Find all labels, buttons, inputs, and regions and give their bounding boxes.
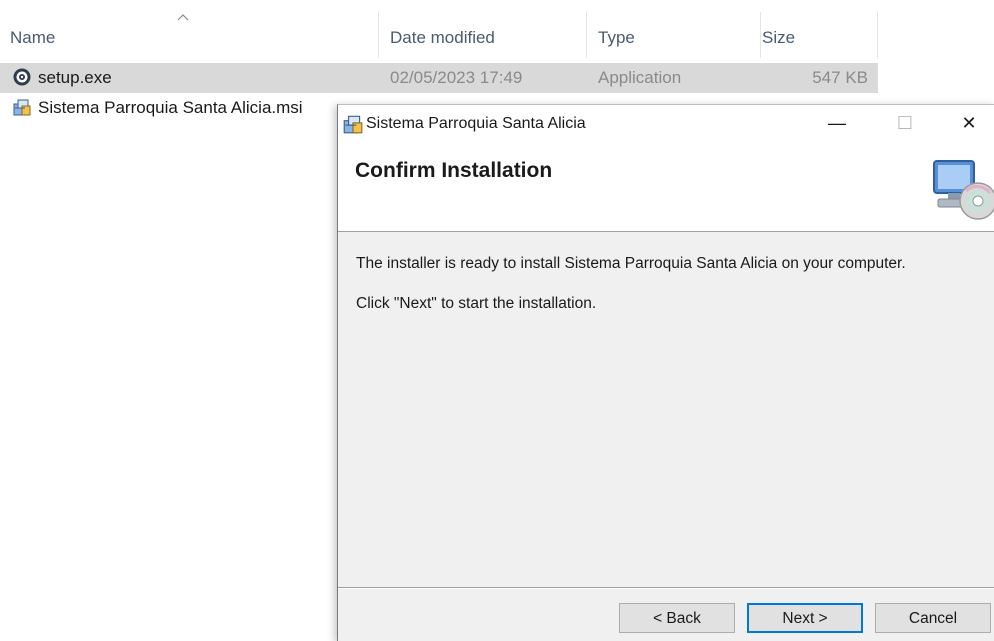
back-button[interactable]: < Back (619, 603, 735, 633)
maximize-button[interactable]: ☐ (882, 105, 928, 141)
chevron-up-icon (177, 14, 189, 21)
close-button[interactable]: ✕ (946, 105, 992, 141)
file-date-cell: 02/05/2023 17:49 (390, 68, 523, 87)
column-header-type[interactable]: Type (588, 0, 758, 60)
computer-cd-icon (933, 160, 994, 220)
column-header-type-label: Type (598, 28, 635, 47)
msi-installer-icon (343, 115, 363, 134)
column-header-date-label: Date modified (390, 28, 495, 47)
column-divider[interactable] (378, 12, 379, 58)
setup-exe-icon (13, 68, 31, 86)
page-title: Confirm Installation (355, 159, 553, 182)
installer-dialog: Sistema Parroquia Santa Alicia — ☐ ✕ Con… (337, 104, 994, 641)
file-name-label: Sistema Parroquia Santa Alicia.msi (38, 98, 303, 117)
dialog-banner: Confirm Installation (338, 141, 994, 232)
msi-installer-icon (13, 99, 31, 116)
next-button[interactable]: Next > (747, 603, 863, 633)
dialog-title: Sistema Parroquia Santa Alicia (366, 115, 586, 132)
column-header-bar: Name Date modified Type Size (0, 0, 994, 60)
file-name-label: setup.exe (38, 68, 112, 87)
column-header-size[interactable]: Size (752, 0, 876, 60)
footer-divider-highlight (338, 588, 994, 589)
ready-message: The installer is ready to install Sistem… (356, 255, 906, 272)
column-header-name[interactable]: Name (0, 0, 378, 60)
column-header-name-label: Name (10, 28, 56, 47)
minimize-button[interactable]: — (814, 105, 860, 141)
column-header-date-modified[interactable]: Date modified (380, 0, 586, 60)
file-name-cell: setup.exe (12, 63, 112, 93)
file-size-cell: 547 KB (812, 68, 868, 87)
file-row-setup-exe[interactable]: setup.exe 02/05/2023 17:49 Application 5… (0, 63, 878, 93)
cancel-button[interactable]: Cancel (875, 603, 991, 633)
dialog-titlebar[interactable]: Sistema Parroquia Santa Alicia — ☐ ✕ (338, 105, 994, 141)
column-divider[interactable] (586, 12, 587, 58)
file-name-cell: Sistema Parroquia Santa Alicia.msi (12, 93, 303, 123)
instruction-message: Click "Next" to start the installation. (356, 295, 597, 312)
column-divider[interactable] (877, 12, 878, 58)
file-type-cell: Application (598, 68, 682, 87)
column-header-size-label: Size (762, 28, 796, 47)
